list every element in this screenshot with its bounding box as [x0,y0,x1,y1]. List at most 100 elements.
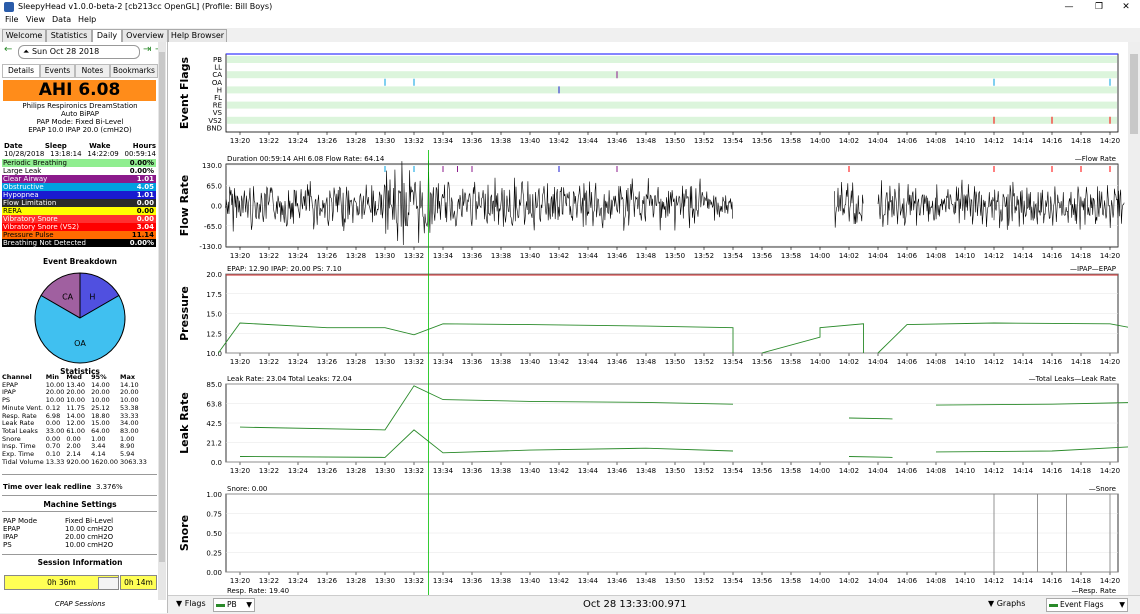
event-row[interactable]: Breathing Not Detected 0.00% [2,239,156,247]
event-row[interactable]: Pressure Pulse 11.14 [2,231,156,239]
subtab-details[interactable]: Details [2,64,40,78]
event-row[interactable]: Large Leak 0.00% [2,167,156,175]
jump-latest-icon[interactable]: ⇥ [143,44,151,55]
tab-welcome[interactable]: Welcome [2,29,46,43]
time-tick-label: 13:42 [549,137,569,145]
time-tick-label: 13:50 [665,467,685,475]
event-label: RERA [3,207,22,215]
tab-overview[interactable]: Overview [122,29,168,43]
leak-title: Leak Rate: 23.04 Total Leaks: 72.04 [227,375,352,383]
times-header-hours: Hours [132,142,156,150]
time-tick-label: 14:10 [955,137,975,145]
time-tick-label: 13:32 [404,252,424,260]
time-tick-label: 14:14 [1013,252,1034,260]
event-row[interactable]: Flow Limitation 0.00 [2,199,156,207]
event-row[interactable]: Obstructive 4.05 [2,183,156,191]
time-tick-label: 14:18 [1071,467,1091,475]
menu-view[interactable]: View [26,15,45,24]
session-bar-1[interactable]: 0h 36m [4,575,119,590]
graphs-canvas[interactable]: Event Flags 13:20 13:22 13:24 13:26 13:28 13:3… [168,42,1128,595]
event-index-list: Periodic Breathing 0.00% Large Leak 0.00% Cl… [0,159,160,249]
time-tick-label: 14:16 [1042,137,1063,145]
graph-scrollbar[interactable] [1128,42,1140,595]
resp-rate-title: Resp. Rate: 19.40 [227,587,289,595]
times-date: 10/28/2018 [4,150,45,158]
time-tick-label: 13:52 [694,358,714,366]
time-tick-label: 14:12 [984,358,1004,366]
pressure-axis-label: Pressure [178,286,191,341]
menu-file[interactable]: File [5,15,18,24]
graphs-dropdown[interactable]: ▼ Graphs [988,599,1025,608]
time-tick-label: 14:18 [1071,577,1091,585]
subtab-bookmarks[interactable]: Bookmarks [110,64,158,78]
setting-name: IPAP [3,533,18,541]
time-tick-label: 13:58 [781,577,801,585]
times-wake: 14:22:09 [87,150,119,158]
dropdown-arrow-icon: ▼ [988,599,997,608]
subtab-events[interactable]: Events [40,64,75,78]
time-tick-label: 13:24 [288,467,309,475]
pressure-tick-label: 20.0 [206,271,222,279]
event-flags-selector[interactable]: Event Flags ▼ [1046,598,1128,612]
setting-name: EPAP [3,525,21,533]
stats-row: Tidal Volume 13.33 920.00 1620.00 3063.33 [1,457,148,467]
event-row[interactable]: Vibratory Snore 0.00 [2,215,156,223]
time-tick-label: 14:08 [926,252,946,260]
times-header-wake: Wake [89,142,111,150]
time-tick-label: 13:50 [665,137,685,145]
time-tick-label: 13:38 [491,252,511,260]
scrollbar-thumb[interactable] [159,52,165,562]
time-tick-label: 13:46 [607,577,628,585]
pressure-tick-label: 15.0 [206,311,222,319]
time-tick-label: 13:32 [404,358,424,366]
subtab-notes[interactable]: Notes [75,64,110,78]
date-picker[interactable]: ⏶ Sun Oct 28 2018 [18,45,140,59]
time-tick-label: 13:38 [491,358,511,366]
time-tick-label: 13:56 [752,358,773,366]
stats-cell: 13.33 [45,457,65,466]
pressure-tick-label: 17.5 [206,291,222,299]
close-button[interactable]: ✕ [1112,0,1140,14]
tab-statistics[interactable]: Statistics [46,29,92,43]
time-tick-label: 13:28 [346,358,366,366]
event-row[interactable]: Hypopnea 1.01 [2,191,156,199]
scrollbar-thumb[interactable] [1130,54,1138,134]
event-row[interactable]: RERA 0.00 [2,207,156,215]
time-tick-label: 14:08 [926,467,946,475]
session-times: Date Sleep Wake Hours 10/28/2018 13:18:1… [4,142,156,158]
time-tick-label: 13:38 [491,467,511,475]
pb-selector[interactable]: PB ▼ [213,598,255,612]
setting-name: PS [3,541,12,549]
time-tick-label: 14:04 [868,358,889,366]
event-row[interactable]: Periodic Breathing 0.00% [2,159,156,167]
time-tick-label: 13:22 [259,577,279,585]
menu-data[interactable]: Data [52,15,71,24]
tab-help-browser[interactable]: Help Browser [168,29,227,43]
maximize-button[interactable]: ❐ [1085,0,1113,14]
time-tick-label: 14:06 [897,577,918,585]
time-tick-label: 13:58 [781,467,801,475]
session-bar-2[interactable]: 0h 14m [120,575,157,590]
time-tick-label: 13:28 [346,252,366,260]
time-tick-label: 14:20 [1100,358,1120,366]
tab-daily[interactable]: Daily [92,29,122,43]
time-tick-label: 13:38 [491,577,511,585]
time-tick-label: 13:54 [723,467,744,475]
time-tick-label: 14:12 [984,577,1004,585]
time-tick-label: 14:06 [897,252,918,260]
series-swatch [1049,603,1058,607]
flags-dropdown[interactable]: ▼ Flags [176,599,206,608]
event-row[interactable]: Vibratory Snore (VS2) 3.04 [2,223,156,231]
event-value: 0.00 [136,207,154,215]
time-tick-label: 14:18 [1071,252,1091,260]
event-label: Hypopnea [3,191,39,199]
event-row[interactable]: Clear Airway 1.01 [2,175,156,183]
left-scrollbar[interactable] [158,42,166,600]
back-arrow-icon[interactable]: ← [4,44,12,55]
minimize-button[interactable]: — [1055,0,1083,14]
menu-help[interactable]: Help [78,15,96,24]
pie-label: CA [62,293,74,302]
time-tick-label: 14:00 [810,252,830,260]
flag-row-band [227,116,1117,124]
time-tick-label: 14:10 [955,358,975,366]
